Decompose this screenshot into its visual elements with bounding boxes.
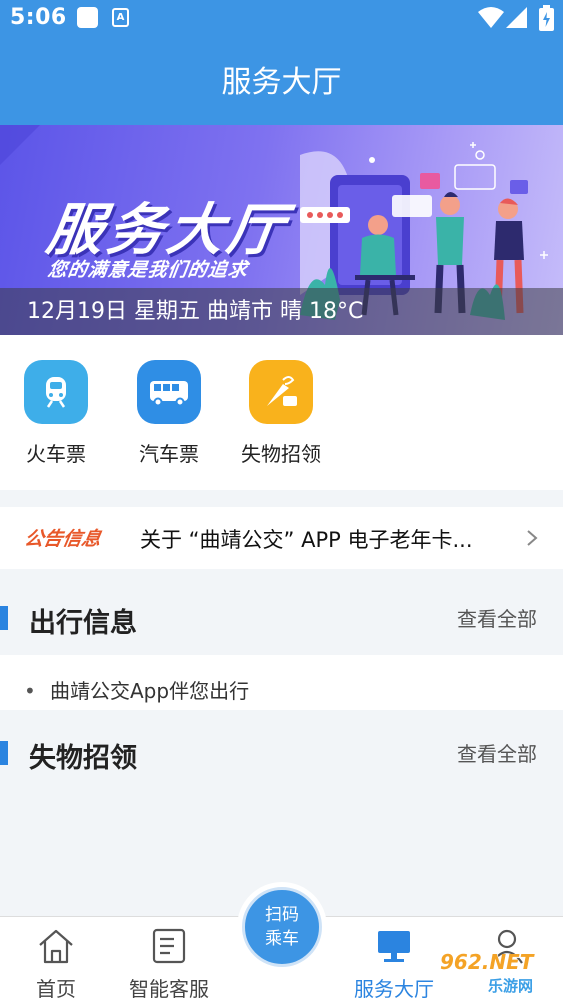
watermark-sub: 乐游网 [488, 977, 534, 995]
travel-item-text: 曲靖公交App伴您出行 [50, 679, 250, 703]
quick-actions: 火车票 汽车票 失物招领 [0, 335, 563, 490]
page-title: 服务大厅 [0, 40, 563, 125]
battery-charging-icon [539, 5, 554, 31]
lost-found-icon [249, 360, 313, 424]
nav-label-customer-service: 智能客服 [129, 977, 209, 1001]
monitor-icon [378, 931, 410, 962]
section-accent-bar [0, 741, 8, 765]
train-icon [24, 360, 88, 424]
quick-item-bus-ticket[interactable]: 汽车票 [119, 360, 219, 467]
scan-button-face: 扫码 乘车 [242, 887, 322, 967]
chat-document-icon [152, 928, 186, 964]
section-title-travel: 出行信息 [29, 608, 137, 639]
bullet-icon: • [24, 679, 36, 703]
weather-date-bar: 12月19日 星期五 曲靖市 晴 18°C [0, 288, 563, 335]
quick-item-train-ticket[interactable]: 火车票 [6, 360, 106, 467]
quick-item-lost-found[interactable]: 失物招领 [231, 360, 331, 467]
bus-icon [137, 360, 201, 424]
cellular-signal-icon [506, 7, 527, 28]
view-all-lost-found-link[interactable]: 查看全部 [457, 738, 537, 767]
chevron-right-icon [527, 530, 538, 546]
wifi-icon [478, 7, 504, 28]
banner-subtitle: 您的满意是我们的追求 [46, 259, 250, 281]
service-banner[interactable]: 服务大厅 您的满意是我们的追求 12月19日 星期五 曲靖市 晴 18°C [0, 125, 563, 335]
travel-list: • 曲靖公交App伴您出行 [0, 655, 563, 718]
scan-label-line1: 扫码 [265, 905, 299, 925]
notification-square-icon [77, 7, 98, 28]
announcement-row[interactable]: 公告信息 关于 “曲靖公交” APP 电子老年卡... [0, 507, 563, 569]
watermark-logo: 962.NET [440, 950, 534, 974]
announcement-text: 关于 “曲靖公交” APP 电子老年卡... [140, 528, 473, 552]
section-travel-header: 出行信息 查看全部 [0, 575, 563, 655]
status-bar: 5:06 A [0, 0, 563, 40]
status-time: 5:06 [10, 5, 67, 30]
home-icon [39, 929, 73, 964]
section-accent-bar [0, 606, 8, 630]
nav-customer-service[interactable]: 智能客服 [114, 927, 224, 1002]
scan-label-line2: 乘车 [265, 929, 299, 949]
nav-label-home: 首页 [36, 977, 76, 1001]
banner-title: 服务大厅 [42, 198, 292, 263]
nav-label-service-hall: 服务大厅 [354, 977, 434, 1001]
quick-label-lost-found: 失物招领 [241, 442, 321, 466]
quick-label-train: 火车票 [26, 442, 86, 466]
section-title-lost-found: 失物招领 [29, 743, 137, 774]
nav-service-hall[interactable]: 服务大厅 [339, 927, 449, 1002]
view-all-travel-link[interactable]: 查看全部 [457, 603, 537, 632]
section-lost-found-header: 失物招领 查看全部 [0, 710, 563, 790]
accessibility-a-icon: A [112, 8, 129, 27]
nav-home[interactable]: 首页 [1, 927, 111, 1002]
list-item[interactable]: • 曲靖公交App伴您出行 [24, 675, 249, 704]
quick-label-bus: 汽车票 [139, 442, 199, 466]
scan-to-ride-button[interactable]: 扫码 乘车 [237, 882, 327, 972]
announcement-tag: 公告信息 [22, 528, 103, 550]
